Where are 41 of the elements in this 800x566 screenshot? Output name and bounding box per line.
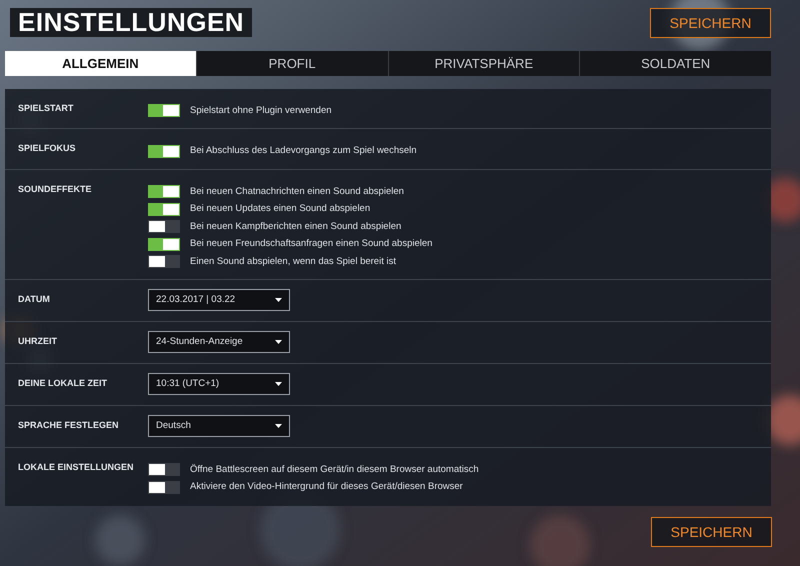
caret-icon [275,424,282,428]
setting-label: SPIELFOKUS [18,142,77,156]
toggle-switch[interactable] [148,480,180,494]
dropdown[interactable]: 24-Stunden-Anzeige [148,331,290,354]
tab[interactable]: ALLGEMEIN [5,51,196,76]
caret-icon [275,340,282,344]
option-label: Aktiviere den Video-Hintergrund für dieses Gerät/diesen Browser [190,480,463,494]
save-button[interactable]: SPEICHERN [650,8,771,38]
setting-label: DATUM [18,293,51,306]
dropdown[interactable]: 22.03.2017 | 03.22 [148,289,290,312]
setting-label: DEINE LOKALE ZEIT [18,377,108,390]
toggle-switch[interactable] [148,144,180,158]
option-label: Spielstart ohne Plugin verwenden [190,104,332,118]
dropdown[interactable]: Deutsch [148,415,290,438]
tab[interactable]: SOLDATEN [579,51,771,76]
tab[interactable]: PROFIL [196,51,388,76]
setting-label: LOKALE EINSTELLUNGEN [18,461,135,474]
toggle-switch[interactable] [148,202,180,216]
setting-label: UHRZEIT [18,335,58,348]
option-label: Bei neuen Freundschaftsanfragen einen Sound abspielen [190,237,432,252]
option-label: Bei Abschluss des Ladevorgangs zum Spiel wechseln [190,144,417,158]
save-button[interactable]: SPEICHERN [651,517,772,547]
setting-label: SPRACHE FESTLEGEN [18,419,120,432]
option-label: Bei neuen Kampfberichten einen Sound abspielen [190,220,402,234]
dropdown[interactable]: 10:31 (UTC+1) [148,373,290,396]
toggle-switch[interactable] [148,238,180,251]
option-label: Bei neuen Chatnachrichten einen Sound abspielen [190,184,404,199]
option-label: Bei neuen Updates einen Sound abspielen [190,202,370,216]
caret-icon [275,382,282,386]
setting-label: SOUNDEFFEKTE [18,182,93,196]
caret-icon [275,298,282,302]
toggle-switch[interactable] [148,255,180,268]
tab[interactable]: PRIVATSPHÄRE [388,51,580,76]
page-title: EINSTELLUNGEN [10,8,252,37]
option-label: Einen Sound abspielen, wenn das Spiel bereit ist [190,254,396,269]
setting-label: SPIELSTART [18,102,74,115]
toggle-switch[interactable] [148,185,180,198]
option-label: Öffne Battlescreen auf diesem Gerät/in diesem Browser automatisch [190,462,479,477]
toggle-switch[interactable] [148,220,180,234]
toggle-switch[interactable] [148,104,180,118]
toggle-switch[interactable] [148,463,180,476]
